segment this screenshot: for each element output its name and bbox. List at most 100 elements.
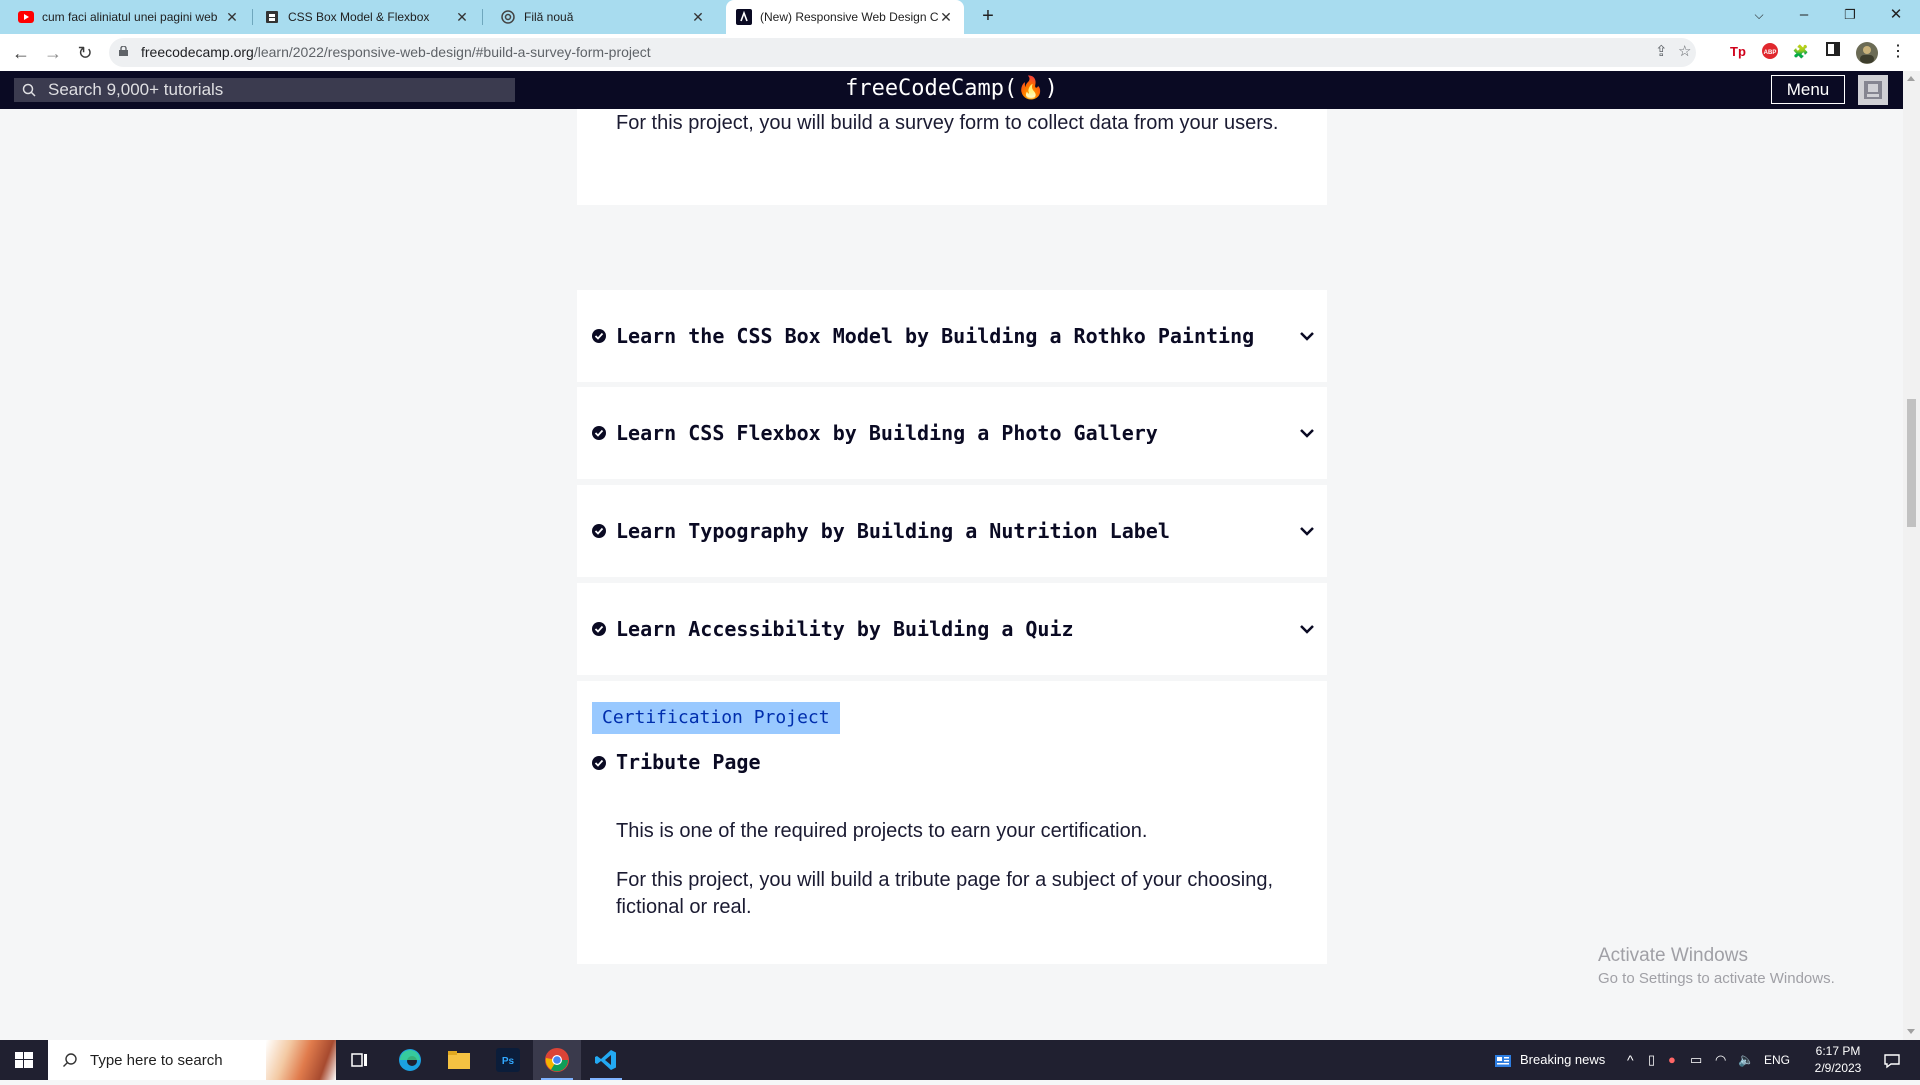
address-bar[interactable]: freecodecamp.org/learn/2022/responsive-w… bbox=[109, 38, 1696, 67]
page-icon bbox=[264, 9, 280, 25]
device-icon[interactable]: ▯ bbox=[1648, 1040, 1655, 1080]
forward-button[interactable]: → bbox=[40, 40, 66, 66]
block-title: Learn Typography by Building a Nutrition… bbox=[616, 519, 1170, 543]
reload-button[interactable]: ↻ bbox=[72, 40, 98, 66]
windows-logo-icon bbox=[15, 1052, 33, 1068]
adblock-icon[interactable]: ABP bbox=[1760, 42, 1780, 62]
language-indicator[interactable]: ENG bbox=[1764, 1040, 1790, 1080]
block-title: Learn the CSS Box Model by Building a Ro… bbox=[616, 324, 1255, 348]
notifications-icon[interactable] bbox=[1880, 1040, 1904, 1080]
start-button[interactable] bbox=[0, 1040, 48, 1080]
tab-title: (New) Responsive Web Design Certificatio… bbox=[760, 10, 938, 24]
fcc-navbar: freeCodeCamp(🔥) Menu bbox=[0, 71, 1903, 109]
tab-freecodecamp[interactable]: (New) Responsive Web Design Certificatio… bbox=[726, 0, 964, 34]
back-button[interactable]: ← bbox=[8, 40, 34, 66]
browser-toolbar: ← → ↻ freecodecamp.org/learn/2022/respon… bbox=[0, 34, 1920, 72]
certification-project-badge: Certification Project bbox=[592, 702, 840, 734]
tribute-page-card: Certification Project Tribute Page This … bbox=[577, 681, 1327, 964]
browser-tab-strip: cum faci aliniatul unei pagini web ✕ CSS… bbox=[0, 0, 1920, 34]
survey-form-card: For this project, you will build a surve… bbox=[577, 109, 1327, 205]
block-typography[interactable]: Learn Typography by Building a Nutrition… bbox=[577, 485, 1327, 577]
tab-css-box-model[interactable]: CSS Box Model & Flexbox ✕ bbox=[254, 0, 480, 34]
photoshop-icon[interactable]: Ps bbox=[484, 1040, 532, 1080]
url-text: freecodecamp.org/learn/2022/responsive-w… bbox=[141, 44, 651, 60]
tab-close-icon[interactable]: ✕ bbox=[690, 9, 706, 26]
chevron-down-icon[interactable] bbox=[1299, 427, 1315, 439]
chrome-icon bbox=[500, 9, 516, 25]
taskbar-search-placeholder: Type here to search bbox=[90, 1051, 223, 1069]
side-panel-icon[interactable] bbox=[1823, 42, 1843, 62]
extensions-puzzle-icon[interactable]: 🧩 bbox=[1791, 42, 1811, 62]
new-tab-button[interactable]: + bbox=[977, 5, 999, 27]
chevron-down-icon[interactable] bbox=[1299, 623, 1315, 635]
tab-separator bbox=[252, 9, 253, 25]
security-icon[interactable]: ● bbox=[1668, 1040, 1676, 1080]
volume-icon[interactable]: 🔈 bbox=[1738, 1040, 1754, 1080]
block-accessibility[interactable]: Learn Accessibility by Building a Quiz bbox=[577, 583, 1327, 675]
freecodecamp-icon bbox=[736, 9, 752, 25]
watermark-title: Activate Windows bbox=[1598, 945, 1748, 966]
tab-title: cum faci aliniatul unei pagini web bbox=[42, 10, 218, 24]
scrollbar-thumb[interactable] bbox=[1907, 399, 1916, 527]
restore-button[interactable]: ❐ bbox=[1827, 0, 1873, 30]
block-title: Learn Accessibility by Building a Quiz bbox=[616, 617, 1074, 641]
tribute-description: For this project, you will build a tribu… bbox=[616, 869, 1274, 918]
activate-windows-watermark: Activate Windows Go to Settings to activ… bbox=[1598, 945, 1835, 987]
tab-new-tab[interactable]: Filă nouă ✕ bbox=[490, 0, 716, 34]
tab-search-icon[interactable]: ⌵ bbox=[1736, 0, 1782, 30]
survey-description: For this project, you will build a surve… bbox=[616, 112, 1279, 134]
block-css-box-model[interactable]: Learn the CSS Box Model by Building a Ro… bbox=[577, 290, 1327, 382]
task-view-icon[interactable] bbox=[336, 1040, 384, 1080]
profile-avatar[interactable] bbox=[1856, 42, 1878, 64]
edge-icon[interactable] bbox=[386, 1040, 434, 1080]
battery-icon[interactable]: ▭ bbox=[1690, 1040, 1702, 1080]
fcc-search-bar[interactable] bbox=[14, 78, 515, 102]
tab-title: Filă nouă bbox=[524, 10, 574, 24]
page-content: For this project, you will build a surve… bbox=[0, 109, 1903, 1040]
chevron-down-icon[interactable] bbox=[1299, 330, 1315, 342]
tribute-page-link[interactable]: Tribute Page bbox=[616, 750, 761, 774]
svg-text:ABP: ABP bbox=[1764, 50, 1777, 56]
clock-time: 6:17 PM bbox=[1815, 1044, 1861, 1058]
search-icon bbox=[22, 83, 36, 97]
news-icon bbox=[1495, 1054, 1511, 1067]
file-explorer-icon[interactable] bbox=[435, 1040, 483, 1080]
taskbar-clock[interactable]: 6:17 PM 2/9/2023 bbox=[1798, 1043, 1878, 1077]
minimize-button[interactable]: – bbox=[1781, 0, 1827, 30]
vscode-icon[interactable] bbox=[582, 1040, 630, 1080]
close-window-button[interactable]: ✕ bbox=[1873, 0, 1919, 30]
wifi-icon[interactable]: ◠ bbox=[1715, 1040, 1726, 1080]
tribute-required-note: This is one of the required projects to … bbox=[616, 820, 1148, 842]
block-title: Learn CSS Flexbox by Building a Photo Ga… bbox=[616, 421, 1158, 445]
tab-close-icon[interactable]: ✕ bbox=[454, 9, 470, 26]
chrome-menu-icon[interactable]: ⋮ bbox=[1888, 42, 1908, 62]
share-icon[interactable]: ⇪ bbox=[1655, 42, 1668, 60]
news-widget[interactable]: Breaking news bbox=[1494, 1040, 1605, 1080]
block-css-flexbox[interactable]: Learn CSS Flexbox by Building a Photo Ga… bbox=[577, 387, 1327, 479]
url-host: freecodecamp.org bbox=[141, 44, 254, 60]
tab-youtube[interactable]: cum faci aliniatul unei pagini web ✕ bbox=[8, 0, 250, 34]
tab-close-icon[interactable]: ✕ bbox=[938, 9, 954, 26]
fcc-search-input[interactable] bbox=[48, 80, 488, 100]
taskbar-search-box[interactable]: Type here to search bbox=[48, 1040, 336, 1080]
search-icon bbox=[63, 1053, 77, 1067]
extension-tp-icon[interactable]: Tp bbox=[1728, 42, 1748, 62]
scroll-down-arrow[interactable] bbox=[1907, 1029, 1915, 1034]
chevron-down-icon[interactable] bbox=[1299, 525, 1315, 537]
lock-icon bbox=[119, 46, 128, 56]
show-hidden-icons-chevron-icon[interactable]: ^ bbox=[1627, 1040, 1634, 1080]
page-scrollbar[interactable] bbox=[1903, 71, 1920, 1040]
scroll-up-arrow[interactable] bbox=[1907, 76, 1915, 81]
url-path: /learn/2022/responsive-web-design/#build… bbox=[253, 44, 651, 60]
check-circle-icon bbox=[592, 426, 606, 440]
bookmark-star-icon[interactable]: ☆ bbox=[1678, 42, 1691, 60]
windows-taskbar: Type here to search Ps Breaking news ^ ▯… bbox=[0, 1040, 1920, 1080]
check-circle-icon bbox=[592, 329, 606, 343]
tab-close-icon[interactable]: ✕ bbox=[224, 9, 240, 26]
check-circle-icon bbox=[592, 622, 606, 636]
menu-button[interactable]: Menu bbox=[1771, 75, 1845, 104]
check-circle-icon bbox=[592, 756, 606, 770]
svg-text:Ps: Ps bbox=[502, 1056, 515, 1067]
user-avatar[interactable] bbox=[1858, 75, 1888, 105]
chrome-taskbar-icon[interactable] bbox=[533, 1040, 581, 1080]
